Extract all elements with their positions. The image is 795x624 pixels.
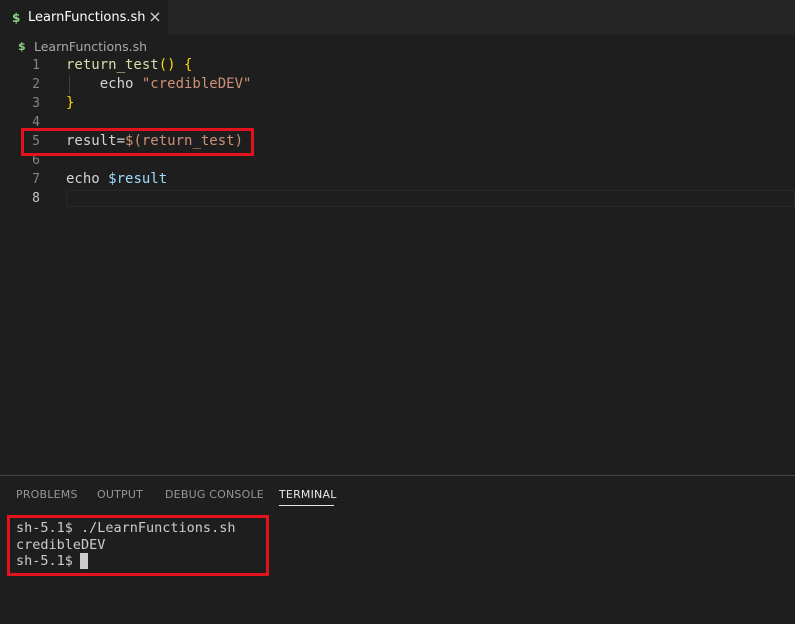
- code-token: "credibleDEV": [141, 76, 252, 92]
- line-number: 7: [32, 172, 40, 187]
- code-token: $result: [108, 171, 168, 187]
- code-token: () {: [158, 57, 193, 73]
- active-tab-indicator: [279, 505, 334, 506]
- code-token: echo: [66, 76, 142, 92]
- editor-tab-bar: $ LearnFunctions.sh ×: [0, 0, 795, 35]
- code-line[interactable]: 2 echo "credibleDEV": [0, 75, 795, 94]
- code-text: echo "credibleDEV": [66, 75, 252, 94]
- code-text: echo $result: [66, 170, 167, 189]
- shell-script-icon: $: [18, 39, 26, 53]
- code-text: }: [66, 94, 74, 113]
- code-editor[interactable]: 1 return_test() {2 echo "credibleDEV" 3} 4 5…: [0, 56, 795, 474]
- tab-debug-console[interactable]: DEBUG CONSOLE: [165, 488, 264, 501]
- highlight-box-line-5: [21, 128, 254, 156]
- code-token: return_test: [66, 57, 159, 73]
- tab-problems[interactable]: PROBLEMS: [16, 488, 78, 501]
- code-token: echo: [66, 171, 109, 187]
- vscode-window: $ LearnFunctions.sh × $ LearnFunctions.s…: [0, 0, 795, 624]
- code-line[interactable]: 3}: [0, 94, 795, 113]
- line-number: 2: [32, 77, 40, 92]
- code-line[interactable]: 8: [0, 189, 795, 208]
- line-number: 3: [32, 96, 40, 111]
- code-text: return_test() {: [66, 56, 192, 75]
- highlight-box-terminal: [7, 515, 269, 576]
- line-number: 8: [32, 191, 40, 206]
- tab-terminal[interactable]: TERMINAL: [279, 488, 337, 501]
- code-line[interactable]: 7 echo $result: [0, 170, 795, 189]
- current-line-highlight: [66, 190, 795, 207]
- breadcrumb-file-label[interactable]: LearnFunctions.sh: [34, 39, 147, 54]
- shell-script-icon: $: [12, 10, 21, 25]
- code-token: }: [66, 95, 75, 111]
- tab-output[interactable]: OUTPUT: [97, 488, 143, 501]
- close-icon[interactable]: ×: [148, 9, 162, 25]
- tab-label: LearnFunctions.sh: [28, 10, 146, 25]
- line-number: 1: [32, 58, 40, 73]
- breadcrumb[interactable]: $ LearnFunctions.sh: [18, 38, 147, 54]
- code-line[interactable]: 1 return_test() {: [0, 56, 795, 75]
- tab-learnfunctions[interactable]: $ LearnFunctions.sh ×: [0, 0, 168, 35]
